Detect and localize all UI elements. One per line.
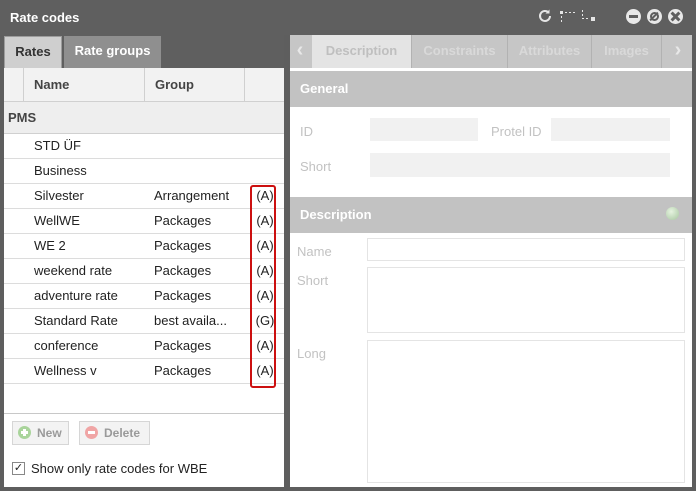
description-name-field[interactable] [367,238,685,261]
description-long-label: Long [297,346,326,361]
rate-name: STD ÜF [34,138,81,153]
chevron-right-icon[interactable]: › [668,35,688,68]
table-row[interactable]: Silvester Arrangement (A) [4,184,284,209]
wbe-checkbox-label: Show only rate codes for WBE [31,461,208,476]
rate-name: Wellness v [34,363,97,378]
right-tab-bar: ‹ Description Constraints Attributes Ima… [290,35,692,68]
table-row[interactable]: WE 2 Packages (A) [4,234,284,259]
rate-name: Business [34,163,87,178]
left-footer: New Delete ✓ Show only rate codes for WB… [4,413,284,487]
wbe-checkbox[interactable]: ✓ [12,462,25,475]
table-row[interactable]: Standard Rate best availa... (G) [4,309,284,334]
new-button-label: New [37,426,62,440]
flag-column-highlight [250,185,276,388]
protel-id-field[interactable] [551,118,670,141]
group-row-pms[interactable]: PMS [4,102,284,134]
remove-icon [85,426,98,439]
rates-panel: Rates Rate groups Name Group PMS STD ÜF … [4,35,284,487]
cancel-icon[interactable] [647,9,662,24]
description-short-label: Short [297,273,329,288]
description-long-field[interactable] [367,340,685,483]
tree-expand-icon[interactable] [580,8,596,24]
section-general-header: General [290,71,692,107]
tab-constraints[interactable]: Constraints [412,35,508,68]
description-name-label: Name [297,244,332,259]
tab-description[interactable]: Description [312,35,412,68]
rate-group: Packages [154,338,212,353]
table-row[interactable]: STD ÜF [4,134,284,159]
rate-name: weekend rate [34,263,113,278]
id-label: ID [300,124,313,139]
rate-group: best availa... [154,313,227,328]
window-titlebar: Rate codes [0,0,696,35]
column-header-flag[interactable] [244,68,284,102]
rate-name: Silvester [34,188,84,203]
tree-collapse-icon[interactable] [559,8,575,24]
tab-attributes[interactable]: Attributes [508,35,592,68]
chevron-left-icon[interactable]: ‹ [290,35,310,68]
column-header-group[interactable]: Group [144,68,244,102]
rate-name: WE 2 [34,238,66,253]
minimize-icon[interactable] [626,9,641,24]
short-label: Short [300,159,332,174]
id-field[interactable] [370,118,478,141]
refresh-icon[interactable] [537,8,553,24]
close-icon[interactable] [668,9,683,24]
section-description-header: Description [290,197,692,233]
rate-name: conference [34,338,99,353]
description-short-field[interactable] [367,267,685,333]
short-field[interactable] [370,153,670,177]
table-row[interactable]: Wellness v Packages (A) [4,359,284,384]
table-row[interactable]: Business [4,159,284,184]
table-row[interactable]: weekend rate Packages (A) [4,259,284,284]
rate-list: STD ÜF Business Silvester Arrangement (A… [4,134,284,384]
grid-header: Name Group [4,68,284,102]
rate-group: Packages [154,288,212,303]
rate-group: Packages [154,238,212,253]
tab-images[interactable]: Images [592,35,662,68]
rate-name: WellWE [34,213,80,228]
delete-button[interactable]: Delete [79,421,150,445]
delete-button-label: Delete [104,426,141,440]
status-indicator-icon [666,207,679,220]
table-row[interactable]: WellWE Packages (A) [4,209,284,234]
rate-name: Standard Rate [34,313,118,328]
left-tab-bar: Rates Rate groups [4,35,284,68]
rate-name: adventure rate [34,288,118,303]
rate-group: Packages [154,263,212,278]
new-button[interactable]: New [12,421,69,445]
add-icon [18,426,31,439]
rate-group: Packages [154,363,212,378]
table-row[interactable]: conference Packages (A) [4,334,284,359]
rate-group: Arrangement [154,188,230,203]
window-title: Rate codes [10,10,80,25]
protel-id-label: Protel ID [491,124,542,139]
rate-group: Packages [154,213,212,228]
table-row[interactable]: adventure rate Packages (A) [4,284,284,309]
details-panel: ‹ Description Constraints Attributes Ima… [290,35,692,487]
column-header-name[interactable]: Name [23,68,144,102]
tab-rate-groups[interactable]: Rate groups [64,36,161,68]
tab-rates[interactable]: Rates [4,36,62,68]
